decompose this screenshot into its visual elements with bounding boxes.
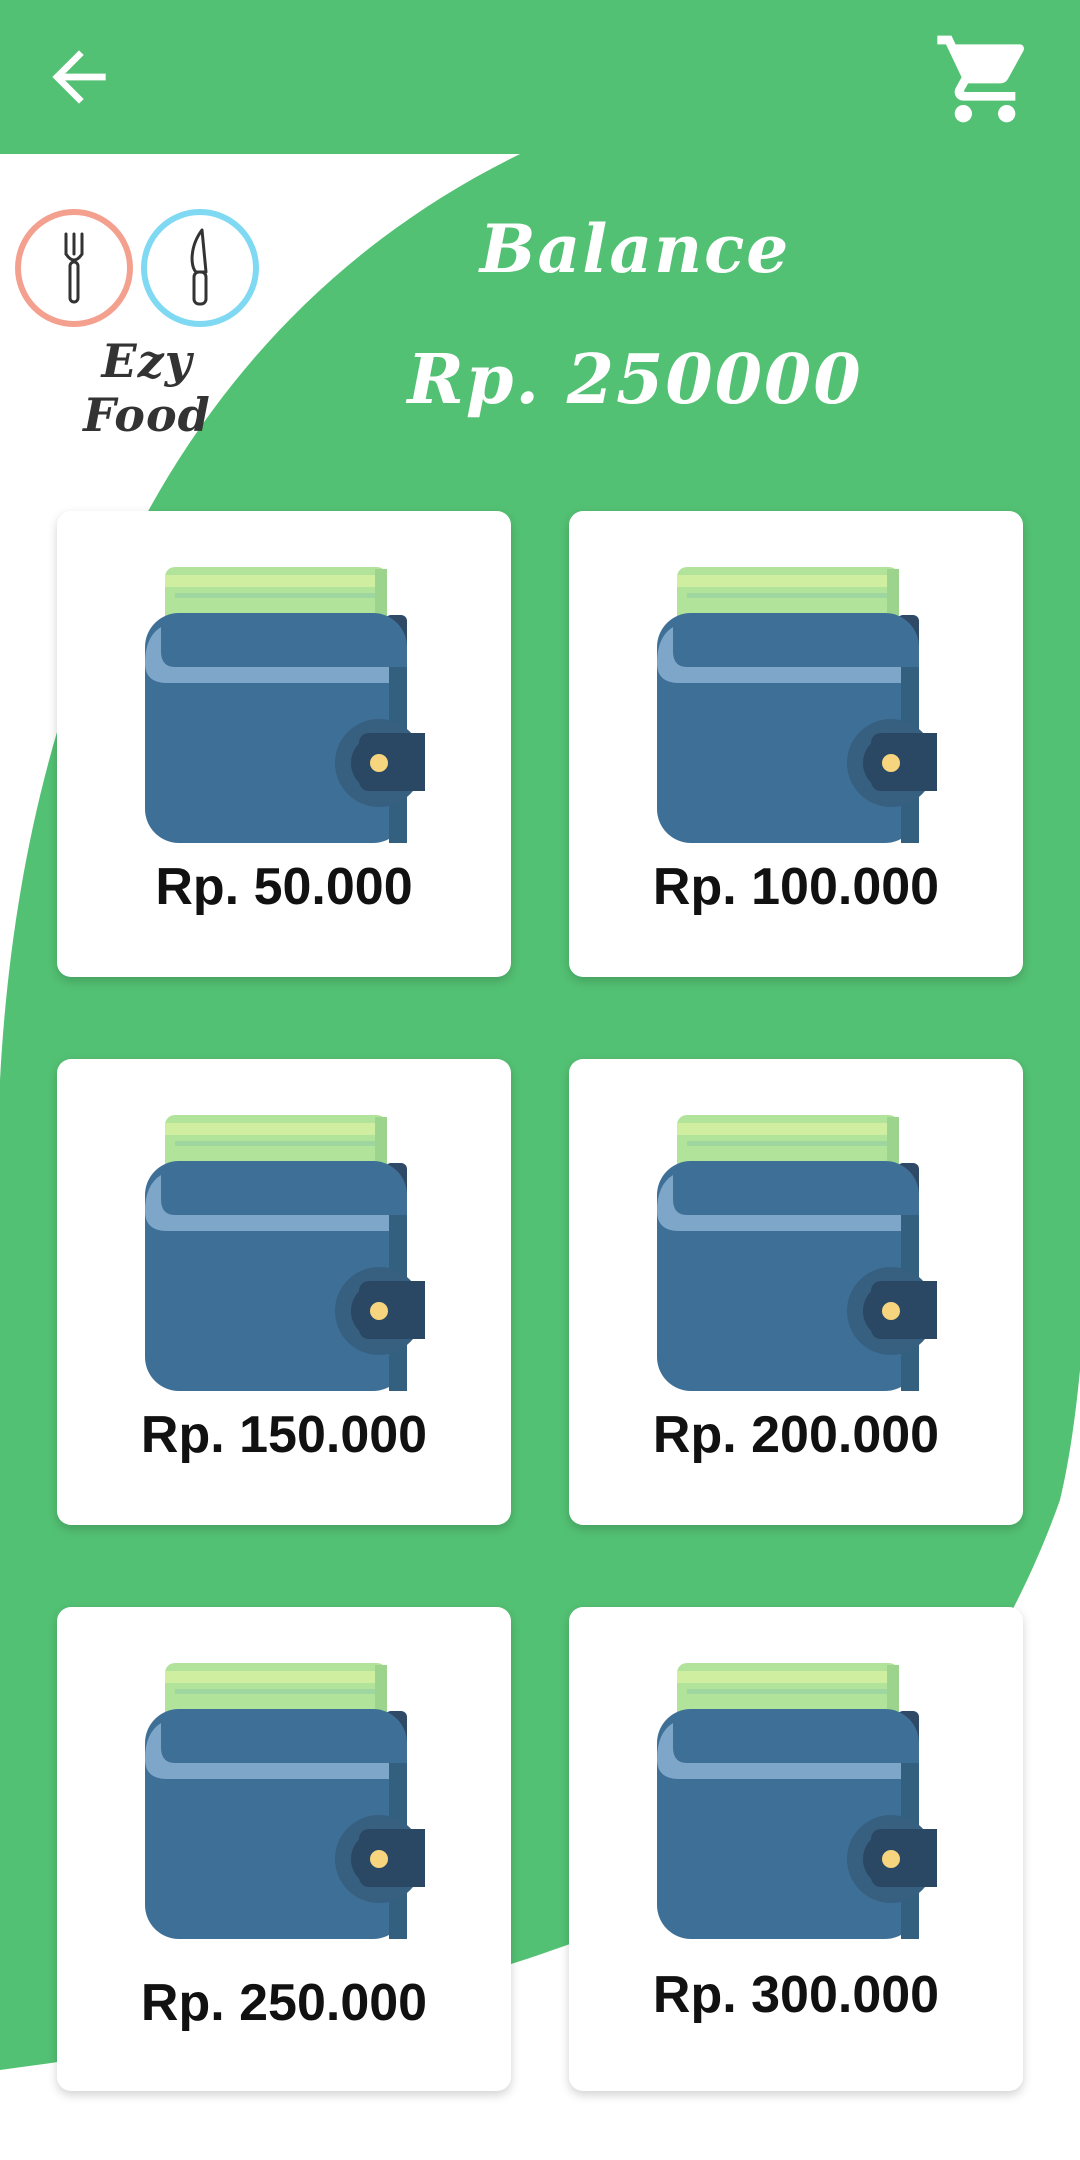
shopping-cart-icon: [937, 35, 1025, 123]
balance-amount: Rp. 250000: [407, 340, 863, 420]
logo-rings: [15, 209, 259, 327]
topup-card-5[interactable]: Rp. 250.000: [57, 1607, 511, 2091]
knife-icon: [190, 228, 208, 306]
ezy-food-logo: Ezy Food: [12, 206, 270, 442]
app-bar: [0, 0, 1080, 154]
topup-card-1[interactable]: Rp. 50.000: [57, 511, 511, 977]
wallet-icon: [145, 1115, 425, 1391]
topup-amount-label: Rp. 150.000: [140, 1406, 428, 1464]
topup-amount-label: Rp. 50.000: [155, 858, 413, 916]
topup-card-4[interactable]: Rp. 200.000: [569, 1059, 1023, 1525]
topup-amount-label: Rp. 250.000: [140, 1974, 428, 2032]
topup-amount-label: Rp. 100.000: [652, 858, 940, 916]
arrow-left-icon: [52, 50, 106, 104]
wallet-icon: [657, 1663, 937, 1939]
back-button[interactable]: [34, 32, 124, 122]
cart-button[interactable]: [930, 24, 1040, 134]
wallet-topup-screen: Ezy Food Balance Rp. 250000 Rp. 50.000 Rp…: [0, 0, 1080, 2160]
wallet-icon: [657, 1115, 937, 1391]
topup-amount-label: Rp. 300.000: [652, 1966, 940, 2024]
balance-title: Balance: [479, 210, 791, 288]
topup-amount-label: Rp. 200.000: [652, 1406, 940, 1464]
wallet-icon: [145, 1663, 425, 1939]
topup-card-3[interactable]: Rp. 150.000: [57, 1059, 511, 1525]
topup-card-6[interactable]: Rp. 300.000: [569, 1607, 1023, 2091]
wallet-icon: [145, 567, 425, 843]
logo-text: Ezy Food: [83, 334, 211, 442]
fork-icon: [64, 232, 84, 304]
topup-card-2[interactable]: Rp. 100.000: [569, 511, 1023, 977]
wallet-icon: [657, 567, 937, 843]
